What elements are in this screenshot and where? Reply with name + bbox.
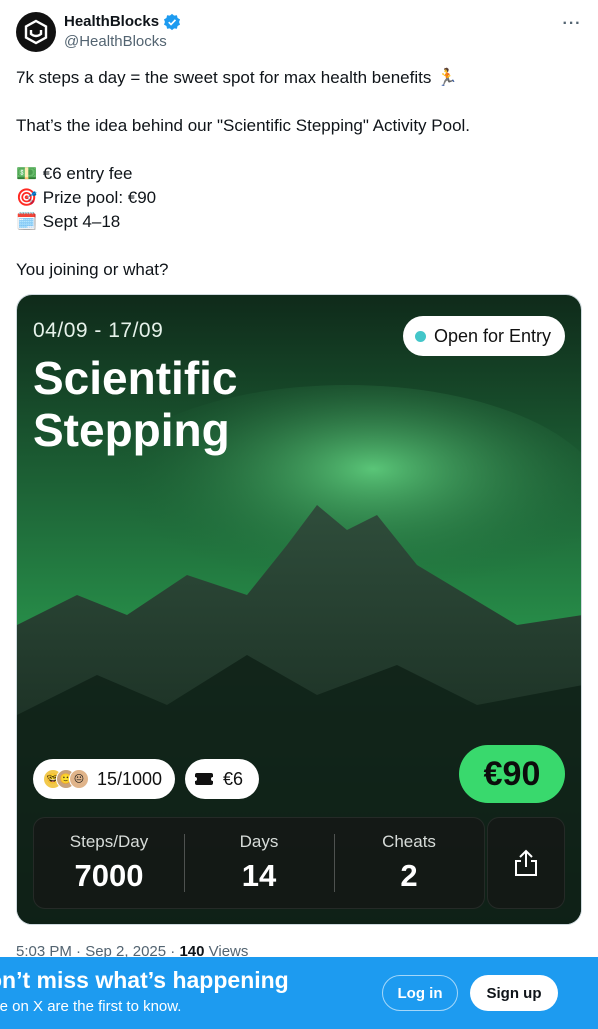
tweet-prize: Prize pool: €90 [42, 188, 157, 207]
author-info: HealthBlocks @HealthBlocks [64, 13, 181, 52]
author-name[interactable]: HealthBlocks [64, 13, 159, 31]
avatar[interactable] [16, 12, 56, 52]
entry-fee-value: €6 [223, 768, 244, 789]
runner-emoji-icon: 🏃 [436, 68, 458, 87]
participants-count: 15/1000 [97, 768, 163, 789]
stats-panel: Steps/Day 7000 Days 14 Cheats 2 [33, 817, 485, 909]
tweet-closing: You joining or what? [16, 260, 169, 279]
verified-badge-icon [164, 13, 181, 31]
participant-avatar-icon: 😐 [69, 769, 89, 789]
banner-subtitle: ple on X are the first to know. [0, 998, 182, 1015]
tweet-media-card[interactable]: 04/09 - 17/09 Scientific Stepping Open f… [16, 294, 582, 925]
prize-badge: €90 [459, 745, 565, 803]
status-dot-icon [414, 330, 426, 342]
card-title-line-2: Stepping [33, 404, 230, 456]
share-button[interactable] [487, 817, 565, 909]
login-button[interactable]: Log in [382, 975, 458, 1011]
money-emoji-icon: 💵 [16, 164, 38, 183]
stat-label: Cheats [382, 832, 436, 851]
card-date-range: 04/09 - 17/09 [33, 319, 164, 342]
stat-label: Days [239, 832, 279, 851]
tweet-line-2: That’s the idea behind our "Scientific S… [16, 116, 471, 135]
ticket-icon [193, 773, 215, 785]
banner-title: on’t miss what’s happening [0, 967, 289, 993]
status-label: Open for Entry [433, 325, 551, 346]
participants-pill: 🤓 🙂 😐 15/1000 [33, 759, 175, 799]
stat-value: 7000 [74, 858, 144, 893]
target-emoji-icon: 🎯 [16, 188, 38, 207]
tweet-line-1: 7k steps a day = the sweet spot for max … [16, 68, 432, 87]
stat-label: Steps/Day [69, 832, 149, 851]
status-badge: Open for Entry [402, 316, 565, 356]
stat-steps: Steps/Day 7000 [34, 818, 184, 908]
stat-cheats: Cheats 2 [334, 818, 484, 908]
tweet-dates: Sept 4–18 [42, 212, 121, 231]
more-options-icon[interactable]: ··· [562, 14, 582, 34]
signup-banner: on’t miss what’s happening ple on X are … [0, 957, 598, 1029]
calendar-emoji-icon: 🗓️ [16, 212, 38, 231]
stat-value: 14 [241, 858, 277, 893]
author-handle[interactable]: @HealthBlocks [64, 32, 181, 52]
tweet-body: 7k steps a day = the sweet spot for max … [16, 66, 582, 282]
stat-days: Days 14 [184, 818, 334, 908]
healthblocks-logo-icon [24, 19, 48, 45]
tweet-header: HealthBlocks @HealthBlocks ··· [16, 12, 582, 56]
share-icon [515, 849, 537, 876]
card-title-line-1: Scientific [33, 352, 238, 404]
participant-avatars: 🤓 🙂 😐 [43, 769, 89, 789]
stat-value: 2 [400, 858, 418, 893]
signup-button[interactable]: Sign up [470, 975, 558, 1011]
entry-fee-pill: €6 [185, 759, 259, 799]
tweet-fee: €6 entry fee [42, 164, 133, 183]
